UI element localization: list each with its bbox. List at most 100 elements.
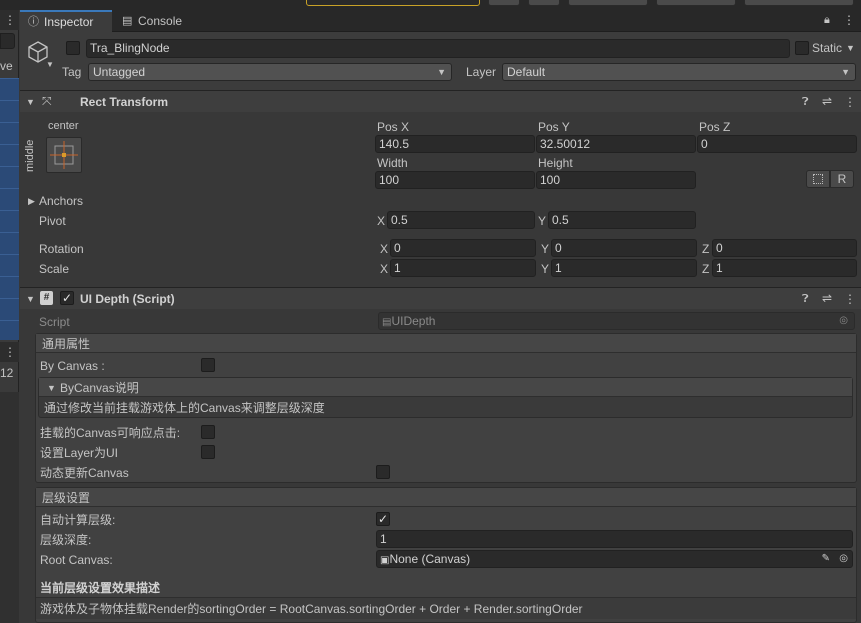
script-field[interactable]: ▤UIDepth ◎ <box>378 312 855 330</box>
pivot-y-field[interactable]: 0.5 <box>548 211 696 229</box>
pos-x-field[interactable]: 140.5 <box>375 135 535 153</box>
pivot-x-field[interactable]: 0.5 <box>387 211 535 229</box>
presets-icon[interactable]: ⇌ <box>822 93 832 109</box>
scale-z-field[interactable]: 1 <box>712 259 857 277</box>
depth-field[interactable]: 1 <box>376 530 853 548</box>
general-group-header <box>36 334 856 353</box>
ui-depth-title: UI Depth (Script) <box>80 292 175 306</box>
foldout-arrow-icon[interactable]: ▼ <box>26 291 35 307</box>
left-panel: ⋮ ve ⋮ 12 <box>0 10 19 623</box>
object-picker-icon[interactable]: ◎ <box>839 313 848 329</box>
root-canvas-field[interactable]: ▣None (Canvas) ✎ ◎ <box>376 550 853 568</box>
by-canvas-foldout-header[interactable] <box>39 378 852 397</box>
left-panel-edge-text-2: 12 <box>0 366 14 380</box>
console-icon: ▤ <box>122 15 133 27</box>
dynamic-update-checkbox[interactable] <box>376 465 390 479</box>
pos-y-label: Pos Y <box>538 120 570 134</box>
toolbar-layers-dropdown[interactable] <box>656 0 736 6</box>
scale-y-field[interactable]: 1 <box>551 259 697 277</box>
scale-x-field[interactable]: 1 <box>390 259 536 277</box>
chevron-down-icon: ▼ <box>437 67 446 77</box>
rotation-z-axis: Z <box>702 242 710 256</box>
raw-edit-button[interactable]: R <box>830 170 854 188</box>
height-field[interactable]: 100 <box>536 171 696 189</box>
toolbar-button-b[interactable] <box>528 0 560 6</box>
foldout-arrow-icon[interactable]: ▼ <box>47 380 56 396</box>
ui-depth-enabled-checkbox[interactable]: ✓ <box>60 291 74 305</box>
script-icon: # <box>40 291 53 305</box>
lock-icon[interactable]: 🔒︎ <box>824 12 830 28</box>
help-icon[interactable]: ❓︎ <box>802 94 809 110</box>
anchors-foldout-arrow[interactable]: ▶ <box>28 193 35 209</box>
ui-depth-header[interactable]: ▼ # ✓ UI Depth (Script) ❓︎ ⇌ ⋮ <box>20 287 861 309</box>
effect-description: 游戏体及子物体挂载Render的sortingOrder = RootCanva… <box>40 602 583 616</box>
pivot-label: Pivot <box>39 214 66 228</box>
tag-dropdown[interactable]: Untagged ▼ <box>88 63 452 81</box>
layer-dropdown[interactable]: Default ▼ <box>502 63 856 81</box>
blueprint-mode-button[interactable] <box>806 170 830 188</box>
rotation-x-field[interactable]: 0 <box>390 239 536 257</box>
general-group-title: 通用属性 <box>42 337 91 351</box>
static-label: Static <box>812 41 843 55</box>
width-field[interactable]: 100 <box>375 171 535 189</box>
tab-inspector[interactable]: ⓘ Inspector <box>20 10 112 32</box>
scene-view[interactable] <box>0 78 19 340</box>
rect-transform-header[interactable]: ▼ ⤧ Rect Transform ❓︎ ⇌ ⋮ <box>20 90 861 112</box>
left-panel-menu-icon[interactable]: ⋮ <box>4 12 16 28</box>
pos-z-label: Pos Z <box>699 120 731 134</box>
auto-calc-label: 自动计算层级: <box>40 513 116 527</box>
rect-transform-title: Rect Transform <box>80 95 169 109</box>
toolbar-search-box[interactable] <box>306 0 480 6</box>
anchor-preset-button[interactable] <box>46 137 82 173</box>
chevron-down-icon: ▼ <box>841 67 850 77</box>
gameobject-name-field[interactable]: Tra_BlingNode <box>86 39 790 58</box>
canvas-click-label: 挂载的Canvas可响应点击: <box>40 426 181 440</box>
toolbar-button-a[interactable] <box>488 0 520 6</box>
more-options-icon[interactable]: ⋮ <box>843 12 855 28</box>
object-picker-icon[interactable]: ◎ <box>839 551 848 567</box>
anchor-preset-icon <box>50 141 78 169</box>
rotation-z-field[interactable]: 0 <box>712 239 857 257</box>
auto-calc-checkbox[interactable]: ✓ <box>376 512 390 526</box>
help-icon[interactable]: ❓︎ <box>802 291 809 307</box>
tag-label: Tag <box>62 65 82 79</box>
icon-dropdown-arrow[interactable]: ▼ <box>46 57 54 73</box>
pos-z-field[interactable]: 0 <box>697 135 857 153</box>
by-canvas-checkbox[interactable] <box>201 358 215 372</box>
toolbar-layout-dropdown[interactable] <box>744 0 854 6</box>
pencil-icon[interactable]: ✎ <box>822 551 830 567</box>
by-canvas-description: 通过修改当前挂载游戏体上的Canvas来调整层级深度 <box>44 401 325 415</box>
layer-ui-label: 设置Layer为UI <box>40 446 119 460</box>
gameobject-active-checkbox[interactable] <box>66 41 80 55</box>
rect-transform-icon: ⤧ <box>42 94 52 108</box>
scale-z-axis: Z <box>702 262 710 276</box>
blueprint-icon <box>813 174 823 184</box>
toolbar-account-dropdown[interactable] <box>568 0 648 6</box>
width-label: Width <box>377 156 408 170</box>
layer-dropdown-value: Default <box>507 65 546 79</box>
anchor-preset-top-label: center <box>48 120 79 132</box>
layer-ui-checkbox[interactable] <box>201 445 215 459</box>
pos-y-field[interactable]: 32.50012 <box>536 135 696 153</box>
static-checkbox[interactable] <box>795 41 809 55</box>
static-dropdown-arrow[interactable]: ▼ <box>846 40 855 56</box>
pivot-x-axis: X <box>377 214 386 228</box>
presets-icon[interactable]: ⇌ <box>822 290 832 306</box>
anchors-label[interactable]: Anchors <box>39 193 83 209</box>
rotation-y-field[interactable]: 0 <box>551 239 697 257</box>
raw-edit-label: R <box>837 172 847 186</box>
foldout-arrow-icon[interactable]: ▼ <box>26 94 35 110</box>
scale-label: Scale <box>39 262 70 276</box>
left-panel-menu-icon-2[interactable]: ⋮ <box>4 344 16 360</box>
by-canvas-label: By Canvas : <box>40 359 105 373</box>
component-menu-icon[interactable]: ⋮ <box>844 291 856 307</box>
left-panel-field[interactable] <box>0 33 15 49</box>
anchor-preset-side-label: middle <box>24 139 36 172</box>
level-group-header <box>36 488 856 507</box>
tab-console[interactable]: ▤ Console <box>114 10 194 32</box>
by-canvas-foldout-title[interactable]: ByCanvas说明 <box>60 380 139 396</box>
canvas-click-checkbox[interactable] <box>201 425 215 439</box>
component-menu-icon[interactable]: ⋮ <box>844 94 856 110</box>
pos-x-label: Pos X <box>377 120 410 134</box>
rotation-x-axis: X <box>380 242 389 256</box>
